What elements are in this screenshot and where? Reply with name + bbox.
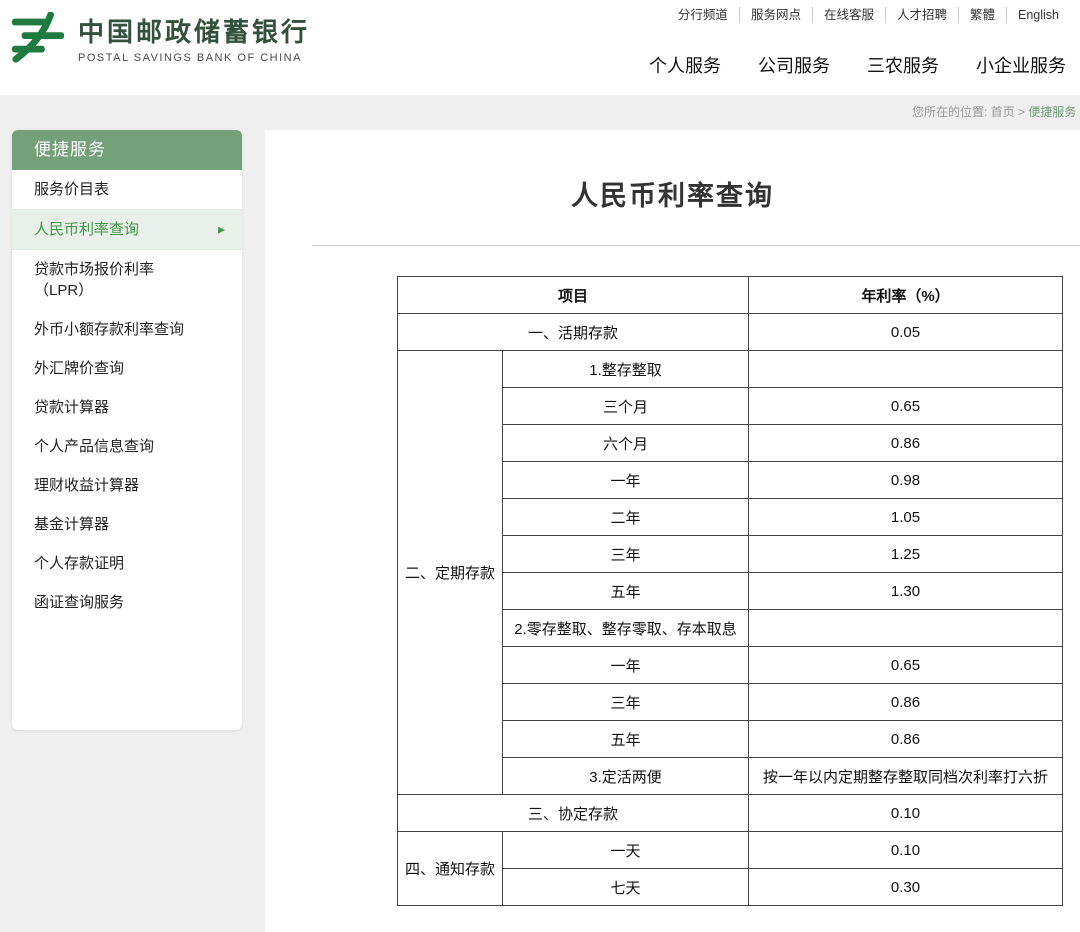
link-service-outlets[interactable]: 服务网点 — [739, 7, 812, 23]
header: 中国邮政储蓄银行 POSTAL SAVINGS BANK OF CHINA 分行… — [0, 0, 1080, 95]
rate-cell: 0.10 — [749, 832, 1063, 869]
col-header-item: 项目 — [398, 277, 749, 314]
breadcrumb-prefix: 您所在的位置: — [912, 105, 991, 119]
sidebar-item-confirmation-query-service[interactable]: 函证查询服务 — [12, 583, 242, 622]
label-cell: 二年 — [503, 499, 749, 536]
rate-cell: 0.86 — [749, 425, 1063, 462]
sidebar-title: 便捷服务 — [12, 130, 242, 170]
sidebar-item-label: 基金计算器 — [34, 516, 109, 533]
sidebar-item-personal-product-info[interactable]: 个人产品信息查询 — [12, 427, 242, 466]
rate-cell: 1.30 — [749, 573, 1063, 610]
main-content: 人民币利率查询 项目 年利率（%） 一、活期存款 0.05 二、定期存款 1.整… — [265, 130, 1080, 932]
table-row: 四、通知存款 一天 0.10 — [398, 832, 1063, 869]
label-cell: 三年 — [503, 536, 749, 573]
sidebar-item-wealth-income-calculator[interactable]: 理财收益计算器 — [12, 466, 242, 505]
breadcrumb-separator: > — [1015, 105, 1029, 119]
link-english[interactable]: English — [1006, 7, 1070, 23]
link-branch-channel[interactable]: 分行频道 — [667, 7, 739, 23]
breadcrumb-home-link[interactable]: 首页 — [991, 105, 1015, 119]
breadcrumb: 您所在的位置: 首页 > 便捷服务 — [912, 95, 1076, 130]
rate-cell: 0.30 — [749, 869, 1063, 906]
breadcrumb-current: 便捷服务 — [1028, 105, 1076, 119]
rate-cell: 0.65 — [749, 647, 1063, 684]
rate-cell: 0.65 — [749, 388, 1063, 425]
sidebar-item-label: 函证查询服务 — [34, 594, 124, 611]
sidebar-item-rmb-rate-query[interactable]: 人民币利率查询 ▶ — [12, 210, 242, 250]
label-cell: 一天 — [503, 832, 749, 869]
sidebar-item-label: 贷款市场报价利率 （LPR） — [34, 261, 154, 299]
utility-links: 分行频道 服务网点 在线客服 人才招聘 繁體 English — [667, 7, 1070, 23]
link-traditional-chinese[interactable]: 繁體 — [958, 7, 1006, 23]
sidebar-item-label: 外汇牌价查询 — [34, 360, 124, 377]
table-row: 三、协定存款 0.10 — [398, 795, 1063, 832]
label-cell: 3.定活两便 — [503, 758, 749, 795]
label-cell: 七天 — [503, 869, 749, 906]
label-cell: 一年 — [503, 647, 749, 684]
table-row: 二、定期存款 1.整存整取 — [398, 351, 1063, 388]
chevron-right-icon: ▶ — [218, 219, 225, 240]
sidebar: 便捷服务 服务价目表 人民币利率查询 ▶ 贷款市场报价利率 （LPR） 外币小额… — [12, 130, 242, 730]
link-online-service[interactable]: 在线客服 — [812, 7, 885, 23]
rate-cell: 0.86 — [749, 721, 1063, 758]
sidebar-item-label: 理财收益计算器 — [34, 477, 139, 494]
rate-cell: 0.10 — [749, 795, 1063, 832]
table-row: 一、活期存款 0.05 — [398, 314, 1063, 351]
sidebar-item-label: 个人存款证明 — [34, 555, 124, 572]
breadcrumb-bar: 您所在的位置: 首页 > 便捷服务 — [0, 95, 1080, 130]
sidebar-item-service-price-list[interactable]: 服务价目表 — [12, 170, 242, 210]
nav-rural-services[interactable]: 三农服务 — [867, 52, 939, 78]
link-recruitment[interactable]: 人才招聘 — [885, 7, 958, 23]
label-cell: 三、协定存款 — [398, 795, 749, 832]
sidebar-item-exchange-rate-query[interactable]: 外汇牌价查询 — [12, 349, 242, 388]
nav-corporate-services[interactable]: 公司服务 — [758, 52, 830, 78]
rate-cell: 1.05 — [749, 499, 1063, 536]
sidebar-item-foreign-currency-deposit-rate[interactable]: 外币小额存款利率查询 — [12, 310, 242, 349]
rate-cell — [749, 351, 1063, 388]
nav-personal-services[interactable]: 个人服务 — [649, 52, 721, 78]
rate-table: 项目 年利率（%） 一、活期存款 0.05 二、定期存款 1.整存整取 三个月 … — [397, 276, 1063, 906]
label-cell: 六个月 — [503, 425, 749, 462]
page-title: 人民币利率查询 — [265, 130, 1080, 213]
sidebar-item-label: 贷款计算器 — [34, 399, 109, 416]
bank-logo-text: 中国邮政储蓄银行 POSTAL SAVINGS BANK OF CHINA — [78, 12, 310, 64]
bank-logo[interactable]: 中国邮政储蓄银行 POSTAL SAVINGS BANK OF CHINA — [10, 12, 310, 64]
label-cell: 1.整存整取 — [503, 351, 749, 388]
bank-logo-icon — [10, 12, 68, 64]
main-nav: 个人服务 公司服务 三农服务 小企业服务 — [649, 52, 1066, 78]
bank-name-en: POSTAL SAVINGS BANK OF CHINA — [78, 52, 310, 64]
label-cell: 一年 — [503, 462, 749, 499]
sidebar-item-label: 人民币利率查询 — [34, 221, 139, 238]
sidebar-item-personal-deposit-certificate[interactable]: 个人存款证明 — [12, 544, 242, 583]
sidebar-item-label: 服务价目表 — [34, 181, 109, 198]
label-cell: 三年 — [503, 684, 749, 721]
sidebar-item-lpr[interactable]: 贷款市场报价利率 （LPR） — [12, 250, 242, 310]
rate-cell: 0.05 — [749, 314, 1063, 351]
nav-small-business-services[interactable]: 小企业服务 — [976, 52, 1066, 78]
rate-cell: 0.98 — [749, 462, 1063, 499]
rate-cell: 0.86 — [749, 684, 1063, 721]
table-header-row: 项目 年利率（%） — [398, 277, 1063, 314]
rate-cell: 1.25 — [749, 536, 1063, 573]
sidebar-item-label: 外币小额存款利率查询 — [34, 321, 184, 338]
rate-cell — [749, 610, 1063, 647]
sidebar-item-label: 个人产品信息查询 — [34, 438, 154, 455]
bank-name-cn: 中国邮政储蓄银行 — [78, 12, 310, 49]
title-divider — [312, 245, 1080, 246]
label-cell: 一、活期存款 — [398, 314, 749, 351]
sidebar-item-loan-calculator[interactable]: 贷款计算器 — [12, 388, 242, 427]
label-cell: 五年 — [503, 573, 749, 610]
rate-cell: 按一年以内定期整存整取同档次利率打六折 — [749, 758, 1063, 795]
label-cell: 三个月 — [503, 388, 749, 425]
label-cell: 2.零存整取、整存零取、存本取息 — [503, 610, 749, 647]
label-cell: 五年 — [503, 721, 749, 758]
sidebar-item-fund-calculator[interactable]: 基金计算器 — [12, 505, 242, 544]
category-cell: 二、定期存款 — [398, 351, 503, 795]
category-cell: 四、通知存款 — [398, 832, 503, 906]
col-header-annual-rate: 年利率（%） — [749, 277, 1063, 314]
